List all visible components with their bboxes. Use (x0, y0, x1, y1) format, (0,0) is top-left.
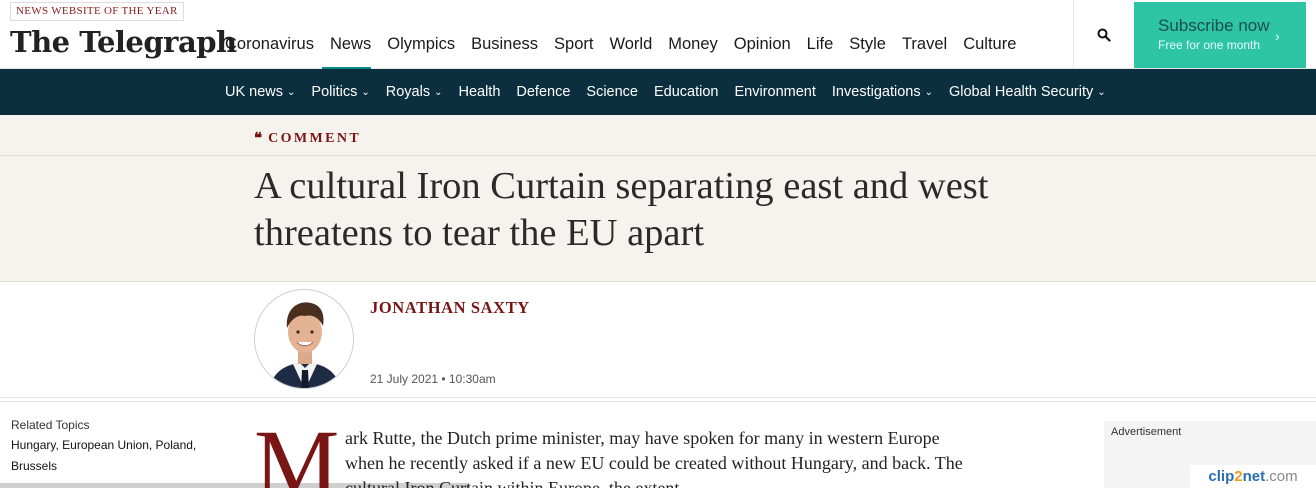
section-nav-label: Politics (311, 84, 358, 100)
section-nav-item-global-health-security[interactable]: Global Health Security ⌄ (949, 84, 1106, 100)
related-topics-list: Hungary, European Union, Poland, Brussel… (11, 438, 197, 473)
section-nav-label: Defence (516, 84, 571, 100)
search-icon (1097, 28, 1111, 42)
section-nav-label: Environment (734, 84, 816, 100)
nav-item-opinion[interactable]: Opinion (726, 22, 799, 69)
chevron-down-icon: ⌄ (434, 86, 443, 98)
chevron-down-icon: ⌄ (1097, 86, 1106, 98)
watermark-text: net (1242, 468, 1266, 485)
section-nav-item-investigations[interactable]: Investigations ⌄ (832, 84, 933, 100)
nav-item-travel[interactable]: Travel (894, 22, 955, 69)
section-nav-item-royals[interactable]: Royals ⌄ (386, 84, 443, 100)
award-badge: NEWS WEBSITE OF THE YEAR (10, 2, 184, 21)
subscribe-sublabel: Free for one month (1158, 38, 1261, 52)
section-nav-item-uk-news[interactable]: UK news ⌄ (225, 84, 295, 100)
main-nav: Coronavirus News Olympics Business Sport Worl… (225, 22, 1024, 70)
section-nav-label: Science (586, 84, 638, 100)
topic-link[interactable]: Hungary (11, 438, 55, 452)
nav-item-business[interactable]: Business (463, 22, 546, 69)
nav-item-culture[interactable]: Culture (955, 22, 1024, 69)
watermark-text: 2 (1234, 468, 1243, 485)
byline: JONATHAN SAXTY 21 July 2021 • 10:30am (0, 282, 1316, 402)
section-nav-label: Investigations (831, 84, 921, 100)
quote-icon: ❝ (254, 131, 263, 147)
section-nav-items: UK news ⌄ Politics ⌄ Royals ⌄ Health Defence Sci… (225, 69, 1122, 115)
article-lead-paragraph: ark Rutte, the Dutch prime minister, may… (345, 428, 963, 488)
section-nav-label: Royals (385, 84, 431, 100)
section-nav-label: Health (458, 84, 501, 100)
nav-item-news[interactable]: News (321, 22, 379, 70)
nav-item-money[interactable]: Money (660, 22, 726, 69)
topic-link[interactable]: European Union (62, 438, 149, 452)
related-topics-title: Related Topics (11, 418, 90, 432)
section-label-text: COMMENT (268, 130, 362, 146)
section-nav: UK news ⌄ Politics ⌄ Royals ⌄ Health Defence Sci… (0, 69, 1316, 115)
watermark-text: .com (1265, 468, 1298, 485)
publish-date: 21 July 2021 • 10:30am (370, 372, 496, 386)
subscribe-button[interactable]: Subscribe now Free for one month › (1134, 2, 1306, 68)
nav-item-sport[interactable]: Sport (546, 22, 601, 69)
chevron-down-icon: ⌄ (924, 86, 933, 98)
watermark-text: clip (1208, 468, 1235, 485)
watermark-logo: clip 2 net .com (1190, 465, 1316, 488)
section-nav-item-science[interactable]: Science (586, 84, 638, 100)
section-nav-label: UK news (225, 84, 284, 100)
section-nav-item-defence[interactable]: Defence (516, 84, 570, 100)
site-logo[interactable]: The Telegraph (10, 22, 237, 62)
chevron-down-icon: ⌄ (287, 86, 296, 98)
topic-link[interactable]: Poland (156, 438, 193, 452)
nav-item-style[interactable]: Style (841, 22, 894, 69)
section-nav-item-health[interactable]: Health (458, 84, 500, 100)
headline-band: ❝ COMMENT A cultural Iron Curtain separa… (0, 115, 1316, 282)
author-photo (255, 290, 353, 388)
search-button[interactable] (1073, 0, 1134, 69)
article-headline: A cultural Iron Curtain separating east … (254, 165, 989, 254)
dropcap: M (254, 410, 340, 488)
author-name[interactable]: JONATHAN SAXTY (370, 298, 530, 318)
site-header: NEWS WEBSITE OF THE YEAR The Telegraph C… (0, 0, 1316, 70)
chevron-right-icon: › (1275, 28, 1280, 44)
nav-item-olympics[interactable]: Olympics (379, 22, 463, 69)
section-nav-label: Education (654, 84, 719, 100)
section-nav-item-politics[interactable]: Politics ⌄ (311, 84, 369, 100)
section-nav-label: Global Health Security (948, 84, 1094, 100)
section-nav-item-education[interactable]: Education (654, 84, 719, 100)
section-label[interactable]: ❝ COMMENT (254, 129, 361, 148)
topic-link[interactable]: Brussels (11, 459, 57, 473)
author-avatar[interactable] (254, 289, 354, 389)
section-nav-item-environment[interactable]: Environment (735, 84, 816, 100)
nav-item-world[interactable]: World (601, 22, 660, 69)
divider (0, 155, 1316, 156)
advertisement-label: Advertisement (1111, 426, 1182, 438)
chevron-down-icon: ⌄ (361, 86, 370, 98)
divider (0, 401, 1316, 402)
related-topics: Related Topics Hungary, European Union, … (11, 417, 211, 477)
nav-item-life[interactable]: Life (799, 22, 842, 69)
nav-item-coronavirus[interactable]: Coronavirus (225, 22, 322, 69)
subscribe-label: Subscribe now (1158, 16, 1270, 35)
